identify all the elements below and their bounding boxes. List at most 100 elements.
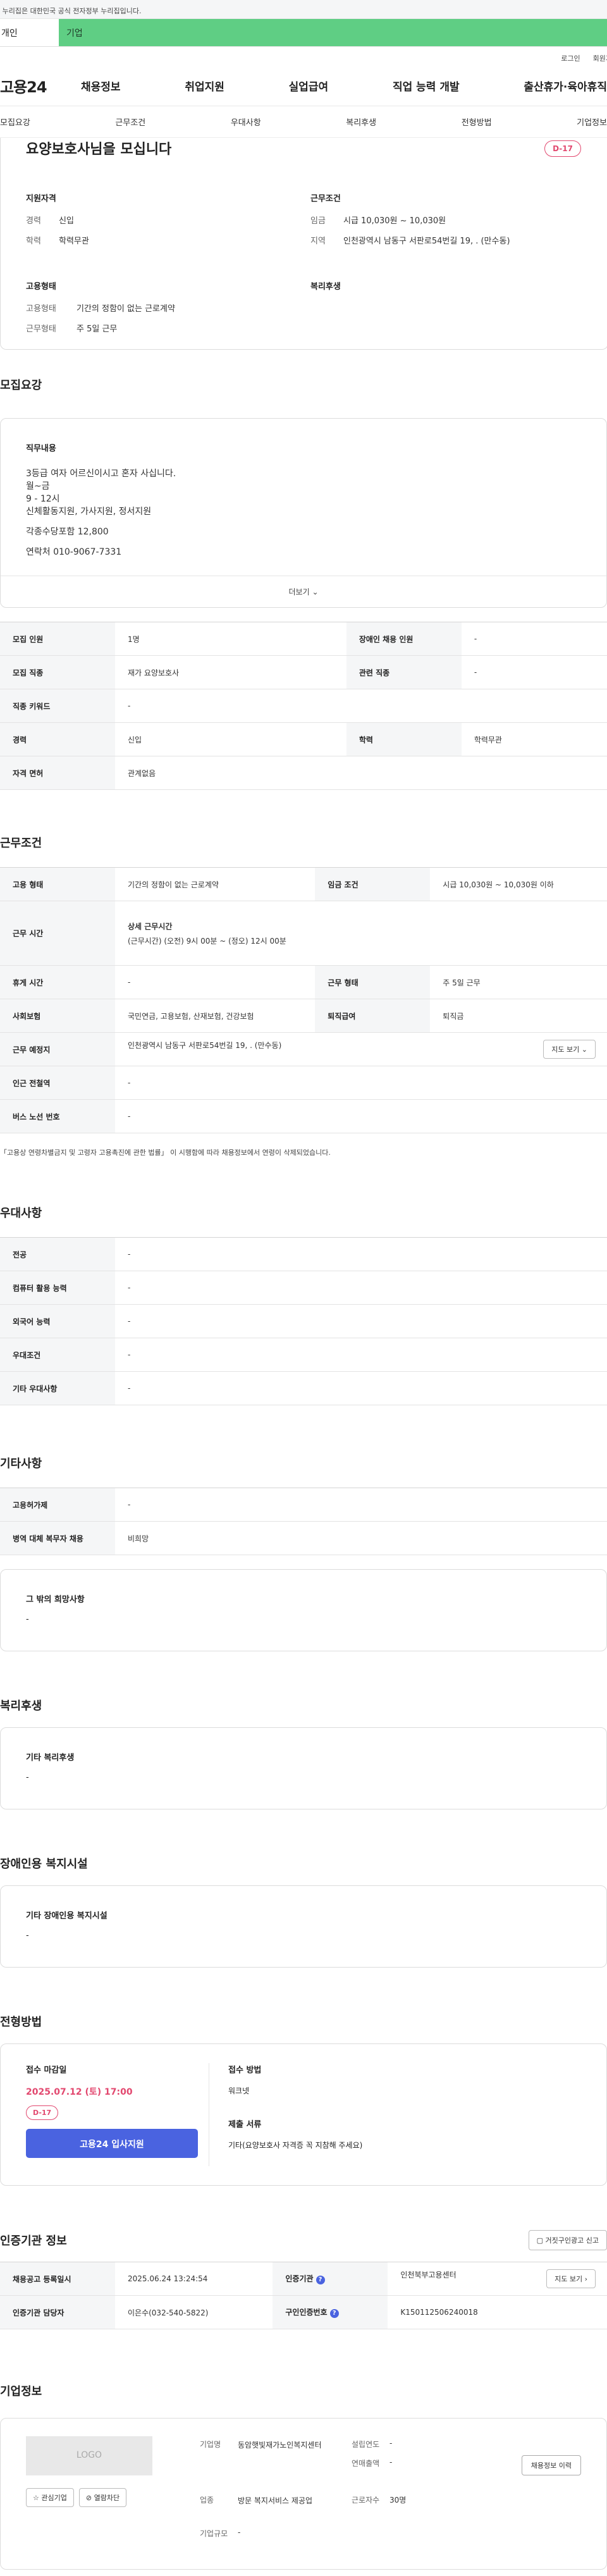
summary-key: 학력 [26, 237, 41, 246]
agency-map-button[interactable]: 지도 보기 › [546, 2269, 596, 2288]
table-row: 외국어 능력 - [0, 1304, 607, 1338]
summary-key: 경력 [26, 216, 41, 226]
join-link[interactable]: 회원가 [593, 53, 607, 66]
table-key: 전공 [0, 1237, 115, 1271]
gnb-item-jobs[interactable]: 채용정보 [81, 78, 121, 94]
help-icon[interactable]: ? [316, 2276, 325, 2284]
other-table: 고용허가제 - 병역 대체 복무자 채용 비희망 [0, 1488, 607, 1555]
table-row: 우대조건 - [0, 1338, 607, 1372]
favorite-label: 관심기업 [41, 2494, 67, 2502]
job-description-line: 3등급 여자 어르신이시고 혼자 사십니다. [26, 469, 176, 479]
table-value: - [461, 622, 607, 656]
map-button[interactable]: 지도 보기 ⌄ [543, 1040, 596, 1059]
table-value: - [115, 1488, 607, 1522]
table-value: 신입 [115, 722, 346, 756]
block-icon: ⊘ [85, 2494, 92, 2502]
anchor-preferences[interactable]: 우대사항 [231, 116, 261, 128]
table-value: 상세 근무시간 (근무시간) (오전) 9시 00분 ~ (정오) 12시 00분 [115, 901, 607, 966]
summary-qualification: 지원자격 경력 신입 학력 학력무관 [26, 192, 310, 254]
anchor-recruit[interactable]: 모집요강 [0, 116, 30, 128]
method-heading: 접수 방법 [228, 2066, 262, 2075]
global-nav: 고용24 채용정보 취업지원 실업급여 직업 능력 개발 출산휴가·육아휴직 [0, 66, 607, 106]
table-row: 직종 키워드 - [0, 689, 607, 723]
chevron-down-icon: ⌄ [581, 1045, 587, 1054]
apply-button[interactable]: 고용24 입사지원 [26, 2129, 198, 2158]
gnb-item-training[interactable]: 직업 능력 개발 [393, 78, 460, 94]
table-row: 모집 직종 재가 요양보호사 관련 직종 - [0, 655, 607, 689]
table-value: 이은수(032-540-5822) [115, 2295, 273, 2329]
table-key: 직종 키워드 [0, 689, 115, 723]
table-key: 인근 전철역 [0, 1066, 115, 1100]
job-description-card: 직무내용 3등급 여자 어르신이시고 혼자 사십니다. 월~금 9 - 12시 … [0, 418, 607, 608]
work-heading: 근무조건 [310, 194, 341, 204]
preferences-table: 전공 - 컴퓨터 활용 능력 - 외국어 능력 - 우대조건 - 기타 우대사항 - [0, 1237, 607, 1405]
dday-badge: D-17 [544, 140, 581, 157]
table-value: 인천광역시 남동구 서판로54번길 19, . (만수동) 지도 보기 ⌄ [115, 1032, 607, 1066]
table-row: 자격 면허 관계없음 [0, 756, 607, 790]
company-logo: LOGO [26, 2436, 152, 2475]
anchor-company[interactable]: 기업정보 [577, 116, 607, 128]
gnb-item-benefit[interactable]: 실업급여 [289, 78, 329, 94]
table-key: 병역 대체 복무자 채용 [0, 1521, 115, 1555]
anchor-welfare[interactable]: 복리후생 [346, 116, 376, 128]
block-view-button[interactable]: ⊘ 열람차단 [78, 2488, 127, 2507]
age-law-note: 「고용상 연령차별금지 및 고령자 고용촉진에 관한 법률」 이 시행함에 따라… [0, 1149, 331, 1157]
table-value: - [461, 655, 607, 689]
company-section-title: 기업정보 [0, 2385, 42, 2398]
map-button-label: 지도 보기 [551, 1045, 580, 1054]
job-description-line [26, 538, 581, 546]
table-key: 컴퓨터 활용 능력 [0, 1271, 115, 1305]
job-history-button[interactable]: 채용정보 이력 [521, 2455, 581, 2475]
company-key: 근로자수 [352, 2495, 380, 2505]
company-name: 동암햇빛재가노인복지센터 [238, 2441, 322, 2450]
chevron-down-icon: ⌄ [312, 588, 319, 596]
more-label: 더보기 [288, 588, 310, 596]
table-row: 경력 신입 학력 학력무관 [0, 722, 607, 756]
table-value: - [115, 1338, 607, 1372]
table-key: 인증기관? [273, 2262, 388, 2296]
recruit-section-title: 모집요강 [0, 379, 42, 392]
more-button[interactable]: 더보기 ⌄ [1, 576, 606, 607]
table-value: 비희망 [115, 1521, 607, 1555]
summary-work: 근무조건 임금 시급 10,030원 ~ 10,030원 지역 인천광역시 남동구 … [310, 192, 570, 254]
table-value: - [115, 965, 316, 999]
table-value: - [115, 1099, 607, 1133]
report-label: 거짓구인광고 신고 [545, 2236, 599, 2245]
company-sales: - [389, 2457, 393, 2467]
tab-personal[interactable]: 개인 [0, 19, 59, 46]
anchor-nav: 모집요강 근무조건 우대사항 복리후생 전형방법 기업정보 [0, 106, 607, 138]
deadline-panel: 접수 마감일 2025.07.12 (토) 17:00 D-17 고용24 입사… [26, 2063, 209, 2166]
summary-value: 학력무관 [59, 237, 89, 246]
job-description-heading: 직무내용 [26, 444, 56, 453]
job-description-line: 9 - 12시 [26, 494, 60, 504]
deadline-heading: 접수 마감일 [26, 2066, 67, 2075]
company-info-grid: 기업명 동암햇빛재가노인복지센터 설립연도 - 연매출액 - 업종 방문 복지서… [200, 2439, 484, 2551]
table-key: 관련 직종 [346, 655, 462, 689]
user-type-tabbar: 개인 기업 [0, 19, 607, 47]
gnb-item-support[interactable]: 취업지원 [185, 78, 224, 94]
favorite-company-button[interactable]: ☆ 관심기업 [26, 2488, 74, 2507]
table-row: 사회보험 국민연금, 고용보험, 산재보험, 건강보험 퇴직급여 퇴직금 [0, 999, 607, 1033]
summary-employment: 고용형태 고용형태 기간의 정함이 없는 근로계약 근무형태 주 5일 근무 [26, 280, 310, 342]
table-key: 버스 노선 번호 [0, 1099, 115, 1133]
anchor-screening[interactable]: 전형방법 [462, 116, 492, 128]
summary-key: 지역 [310, 237, 326, 246]
other-section-title: 기타사항 [0, 1457, 42, 1470]
gov-banner: 이 누리집은 대한민국 공식 전자정부 누리집입니다. [0, 0, 607, 19]
table-value: - [115, 1271, 607, 1305]
table-row: 채용공고 등록일시 2025.06.24 13:24:54 인증기관? 인천북부고용센… [0, 2262, 607, 2296]
anchor-conditions[interactable]: 근무조건 [115, 116, 145, 128]
login-link[interactable]: 로그인 [561, 53, 580, 66]
welfare-value: - [26, 1773, 29, 1782]
disability-heading: 기타 장애인용 복지시설 [26, 1911, 107, 1921]
agency-key-label: 인증기관 [285, 2274, 314, 2283]
table-row: 병역 대체 복무자 채용 비희망 [0, 1521, 607, 1555]
table-key: 근무 시간 [0, 901, 115, 966]
tab-company[interactable]: 기업 [59, 19, 607, 46]
help-icon[interactable]: ? [329, 2309, 339, 2318]
report-button[interactable]: ▢ 거짓구인광고 신고 [528, 2230, 607, 2250]
welfare-heading: 복리후생 [310, 282, 341, 292]
gnb-item-leave[interactable]: 출산휴가·육아휴직 [524, 78, 607, 94]
summary-row: 학력 학력무관 [26, 234, 310, 246]
summary-key: 고용형태 [26, 304, 56, 314]
